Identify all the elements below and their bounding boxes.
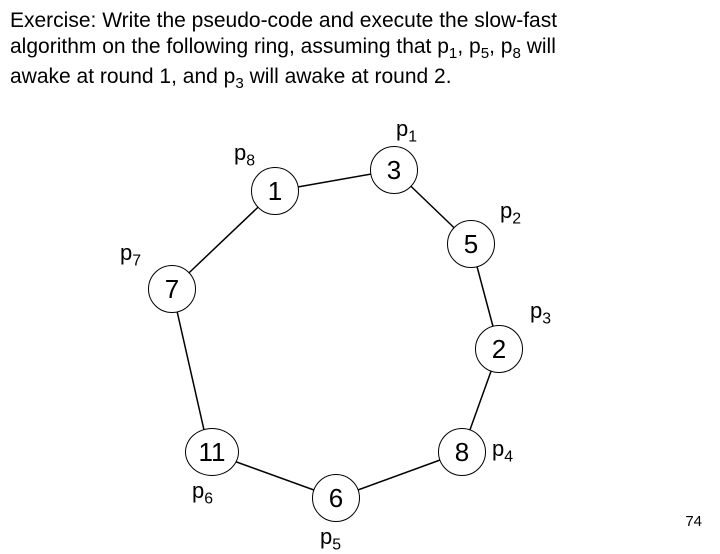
node-p7: 7 [148, 265, 196, 313]
node-p8: 1 [251, 167, 299, 215]
node-p3-value: 2 [492, 334, 506, 365]
node-p2-value: 5 [464, 229, 478, 260]
ex-sub-8: 8 [512, 45, 520, 62]
label-p3-sub: 3 [542, 310, 551, 327]
label-p5-sub: 5 [332, 536, 341, 553]
label-p8-sub: 8 [246, 152, 255, 169]
ex-line1: Exercise: Write the pseudo-code and exec… [10, 9, 557, 32]
node-p6: 11 [185, 428, 239, 476]
node-p2: 5 [447, 220, 495, 268]
node-p1: 3 [370, 146, 418, 194]
node-p5: 6 [312, 474, 360, 522]
label-p6-p: p [192, 478, 204, 503]
ring-diagram: 3 5 2 8 6 11 7 1 p1 p2 p3 p4 p5 p6 p7 p8 [0, 100, 720, 540]
label-p6-sub: 6 [204, 490, 213, 507]
ex-sub-5: 5 [481, 45, 489, 62]
label-p7-sub: 7 [132, 252, 141, 269]
label-p3-p: p [530, 298, 542, 323]
label-p1: p1 [396, 116, 417, 146]
node-p4: 8 [438, 428, 486, 476]
ex-line3-post: will awake at round 2. [244, 65, 452, 88]
ex-line3-pre: awake at round 1, and p [10, 65, 235, 88]
label-p7: p7 [120, 240, 141, 270]
label-p8-p: p [234, 140, 246, 165]
label-p1-sub: 1 [408, 128, 417, 145]
node-p5-value: 6 [329, 483, 343, 514]
ex-sub-3: 3 [235, 76, 243, 93]
node-p1-value: 3 [387, 155, 401, 186]
label-p5: p5 [320, 524, 341, 554]
ex-line2-mid2: , p [489, 35, 512, 58]
label-p3: p3 [530, 298, 551, 328]
label-p4-sub: 4 [504, 448, 513, 465]
exercise-prompt: Exercise: Write the pseudo-code and exec… [10, 8, 710, 94]
label-p2-sub: 2 [512, 210, 521, 227]
node-p4-value: 8 [455, 437, 469, 468]
label-p5-p: p [320, 524, 332, 549]
node-p3: 2 [475, 325, 523, 373]
label-p6: p6 [192, 478, 213, 508]
label-p4: p4 [492, 436, 513, 466]
ring-edges [0, 100, 720, 540]
label-p8: p8 [234, 140, 255, 170]
label-p2-p: p [500, 198, 512, 223]
label-p7-p: p [120, 240, 132, 265]
ex-line2-pre: algorithm on the following ring, assumin… [10, 35, 449, 58]
node-p7-value: 7 [165, 274, 179, 305]
ex-line2-mid1: , p [457, 35, 480, 58]
ex-line2-post: will [521, 35, 556, 58]
label-p1-p: p [396, 116, 408, 141]
label-p2: p2 [500, 198, 521, 228]
node-p6-value: 11 [199, 437, 226, 468]
node-p8-value: 1 [268, 176, 282, 207]
label-p4-p: p [492, 436, 504, 461]
